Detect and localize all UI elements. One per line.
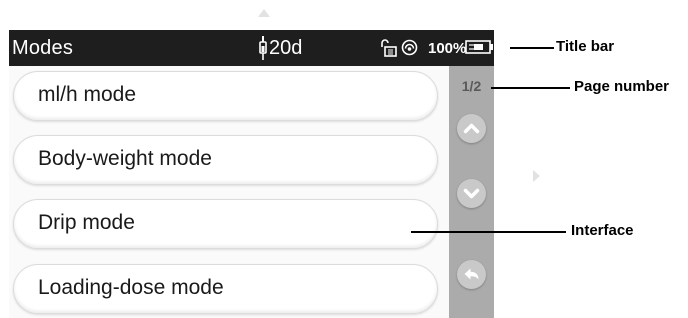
mode-list: ml/h mode Body-weight mode Drip mode Loa… bbox=[9, 66, 449, 318]
mode-item-ml-h[interactable]: ml/h mode bbox=[13, 71, 438, 121]
page-number-callout: Page number bbox=[574, 78, 670, 95]
page-up-button[interactable] bbox=[457, 114, 486, 143]
syringe-time: 20d bbox=[269, 37, 303, 59]
keypad-unlock-icon bbox=[381, 39, 397, 57]
battery-percent: 100% bbox=[428, 40, 467, 57]
mode-item-body-weight[interactable]: Body-weight mode bbox=[13, 135, 438, 185]
mode-label: Body-weight mode bbox=[38, 147, 212, 170]
pump-screen: Modes 20d 100% ml/h mode Body-weight mod… bbox=[9, 30, 494, 318]
back-arrow-icon bbox=[464, 268, 479, 280]
right-triangle-icon bbox=[533, 170, 540, 182]
syringe-icon bbox=[259, 36, 267, 60]
mode-item-loading-dose[interactable]: Loading-dose mode bbox=[13, 264, 438, 314]
page-title: Modes bbox=[12, 37, 74, 59]
sound-icon bbox=[401, 39, 418, 56]
page-down-button[interactable] bbox=[457, 179, 486, 208]
page-number-callout-line bbox=[491, 87, 570, 89]
mode-item-drip[interactable]: Drip mode bbox=[13, 199, 438, 249]
battery-plug-icon bbox=[465, 40, 493, 54]
mode-label: ml/h mode bbox=[38, 83, 137, 106]
page-number: 1/2 bbox=[461, 78, 482, 94]
up-triangle-icon bbox=[258, 9, 270, 17]
mode-label: Loading-dose mode bbox=[38, 276, 224, 299]
mode-label: Drip mode bbox=[38, 211, 135, 234]
title-bar: Modes 20d 100% bbox=[9, 30, 494, 66]
title-bar-callout-line bbox=[510, 47, 554, 49]
interface-callout: Interface bbox=[571, 222, 634, 239]
title-bar-callout: Title bar bbox=[556, 38, 615, 55]
chevron-up-icon bbox=[463, 123, 480, 134]
interface-callout-line bbox=[411, 231, 566, 233]
back-button[interactable] bbox=[457, 260, 486, 289]
side-panel: 1/2 bbox=[449, 66, 494, 318]
chevron-down-icon bbox=[463, 188, 480, 199]
